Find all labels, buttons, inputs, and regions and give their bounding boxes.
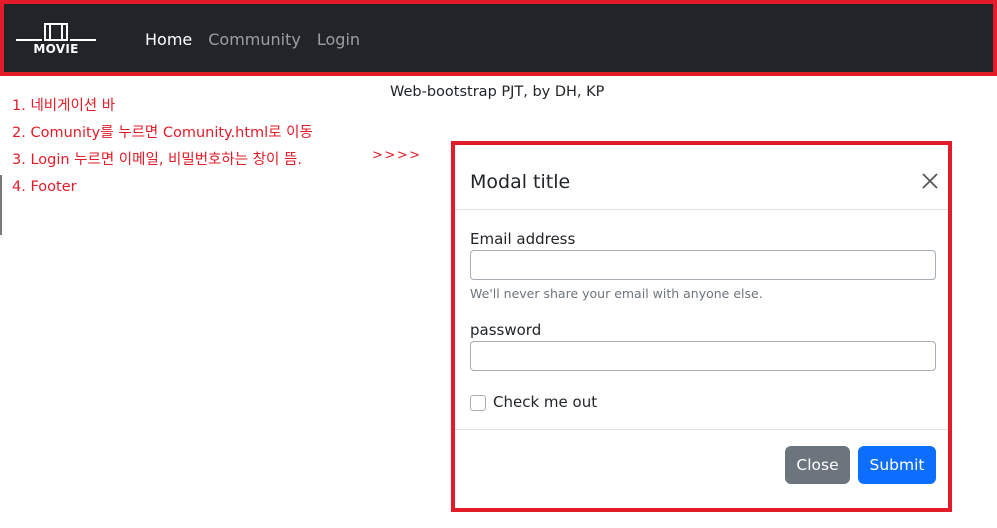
page-subtitle: Web-bootstrap PJT, by DH, KP: [390, 84, 605, 100]
password-label: password: [470, 321, 542, 339]
arrow-annotation: >>>>: [372, 148, 422, 163]
brand-text: MOVIE: [33, 42, 79, 56]
note-item: 2. Comunity를 누르면 Comunity.html로 이동: [12, 125, 313, 141]
nav-links: Home Community Login: [145, 30, 360, 49]
check-me-out-label[interactable]: Check me out: [493, 393, 597, 411]
close-icon[interactable]: [920, 171, 940, 191]
annotation-notes: 1. 네비게이션 바 2. Comunity를 누르면 Comunity.htm…: [12, 93, 313, 201]
modal-footer: Close Submit: [455, 430, 948, 510]
modal-header: Modal title: [455, 145, 948, 210]
check-me-out-checkbox[interactable]: [470, 395, 486, 411]
note-item: 3. Login 누르면 이메일, 비밀번호하는 창이 뜸.: [12, 152, 302, 168]
note-item: 1. 네비게이션 바: [12, 98, 116, 114]
brand-logo[interactable]: MOVIE: [14, 18, 98, 60]
password-field[interactable]: [470, 341, 936, 371]
email-label: Email address: [470, 230, 576, 248]
navbar: MOVIE Home Community Login: [0, 0, 997, 76]
nav-login[interactable]: Login: [317, 30, 360, 49]
modal-body: Email address We'll never share your ema…: [455, 210, 948, 430]
email-help-text: We'll never share your email with anyone…: [470, 286, 763, 301]
modal-title: Modal title: [470, 171, 571, 193]
nav-community[interactable]: Community: [208, 30, 301, 49]
submit-button[interactable]: Submit: [858, 446, 936, 484]
login-modal: Modal title Email address We'll never sh…: [451, 141, 952, 512]
note-item: 4. Footer: [12, 179, 77, 195]
left-edge-line: [0, 175, 2, 235]
film-icon: [16, 23, 96, 41]
close-button[interactable]: Close: [785, 446, 850, 484]
email-field[interactable]: [470, 250, 936, 280]
nav-home[interactable]: Home: [145, 30, 192, 49]
